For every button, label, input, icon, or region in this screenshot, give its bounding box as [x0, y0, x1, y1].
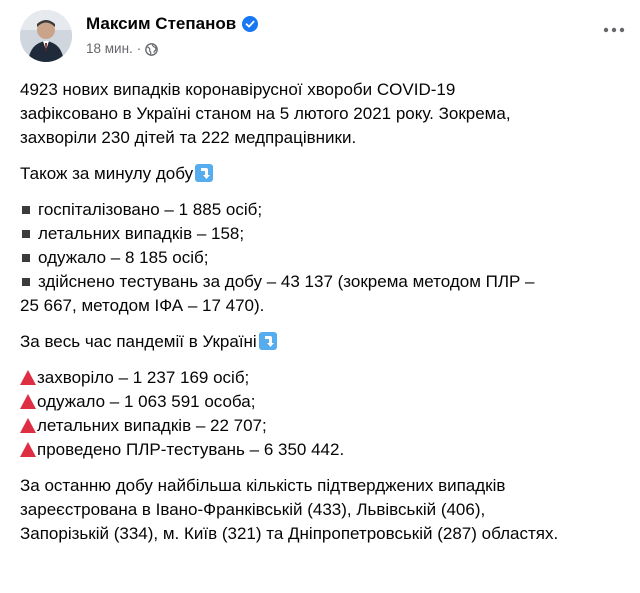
- author-name[interactable]: Максим Степанов: [86, 14, 259, 34]
- intro-paragraph: 4923 нових випадків коронавірусної хворо…: [20, 78, 638, 150]
- total-heading-text: За весь час пандемії в Україні: [20, 332, 257, 351]
- daily-heading: Також за минулу добу: [20, 162, 638, 186]
- regions-line: За останню добу найбільша кількість підт…: [20, 476, 506, 495]
- daily-list: госпіталізовано – 1 885 осіб; летальних …: [20, 198, 638, 318]
- list-item-text: летальних випадків – 22 707;: [37, 416, 267, 435]
- list-item-text: госпіталізовано – 1 885 осіб;: [38, 200, 263, 219]
- verified-badge-icon: [242, 16, 259, 32]
- post-body: 4923 нових випадків коронавірусної хворо…: [20, 78, 638, 558]
- list-item: здійснено тестувань за добу – 43 137 (зо…: [20, 270, 638, 294]
- list-item-text: летальних випадків – 158;: [38, 224, 245, 243]
- post-meta: 18 мин. ·: [86, 40, 159, 58]
- red-triangle-up-icon: [20, 442, 36, 457]
- more-options-icon[interactable]: [602, 24, 626, 36]
- post-timestamp[interactable]: 18 мин.: [86, 40, 133, 58]
- list-item-continuation: 25 667, методом ІФА – 17 470).: [20, 296, 265, 315]
- list-item: летальних випадків – 158;: [20, 222, 638, 246]
- globe-icon[interactable]: [145, 42, 159, 56]
- red-triangle-up-icon: [20, 394, 36, 409]
- red-triangle-up-icon: [20, 418, 36, 433]
- list-item: одужало – 8 185 осіб;: [20, 246, 638, 270]
- down-arrow-emoji-icon: [195, 164, 214, 182]
- regions-paragraph: За останню добу найбільша кількість підт…: [20, 474, 638, 546]
- black-small-square-icon: [22, 205, 30, 214]
- intro-line: захворіли 230 дітей та 222 медпрацівники…: [20, 128, 357, 147]
- total-list: захворіло – 1 237 169 осіб; одужало – 1 …: [20, 366, 638, 462]
- regions-line: зареєстрована в Івано-Франківській (433)…: [20, 500, 486, 519]
- avatar[interactable]: [20, 10, 72, 62]
- intro-line: зафіксовано в Україні станом на 5 лютого…: [20, 104, 511, 123]
- list-item: госпіталізовано – 1 885 осіб;: [20, 198, 638, 222]
- list-item: проведено ПЛР-тестувань – 6 350 442.: [20, 438, 638, 462]
- black-small-square-icon: [22, 253, 30, 262]
- list-item-text: захворіло – 1 237 169 осіб;: [37, 368, 250, 387]
- red-triangle-up-icon: [20, 370, 36, 385]
- post-header: Максим Степанов 18 мин. ·: [20, 10, 630, 62]
- avatar-image: [20, 10, 72, 62]
- author-name-text[interactable]: Максим Степанов: [86, 14, 236, 34]
- down-arrow-emoji-icon: [258, 332, 277, 350]
- list-item: захворіло – 1 237 169 осіб;: [20, 366, 638, 390]
- black-small-square-icon: [22, 229, 30, 238]
- intro-line: 4923 нових випадків коронавірусної хворо…: [20, 80, 456, 99]
- list-item: летальних випадків – 22 707;: [20, 414, 638, 438]
- list-item-text: одужало – 1 063 591 особа;: [37, 392, 256, 411]
- regions-line: Запорізькій (334), м. Київ (321) та Дніп…: [20, 524, 559, 543]
- daily-heading-text: Також за минулу добу: [20, 164, 194, 183]
- black-small-square-icon: [22, 277, 30, 286]
- list-item-text: здійснено тестувань за добу – 43 137 (зо…: [38, 272, 535, 291]
- meta-separator: ·: [136, 41, 142, 56]
- list-item-text: проведено ПЛР-тестувань – 6 350 442.: [37, 440, 345, 459]
- list-item: одужало – 1 063 591 особа;: [20, 390, 638, 414]
- total-heading: За весь час пандемії в Україні: [20, 330, 638, 354]
- list-item-text: одужало – 8 185 осіб;: [38, 248, 209, 267]
